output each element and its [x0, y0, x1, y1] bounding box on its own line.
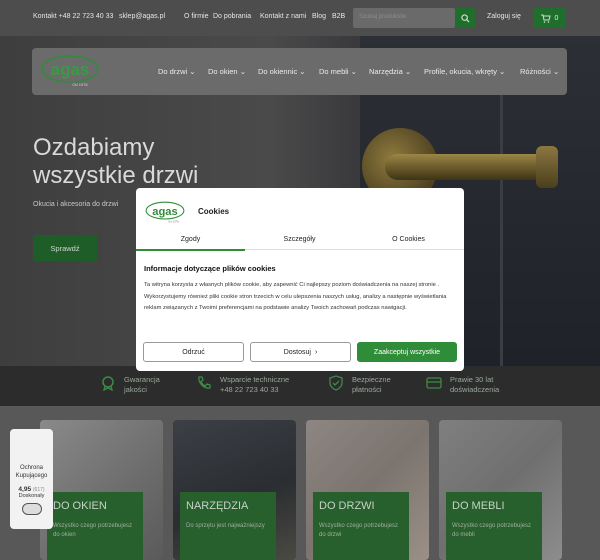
contact-phone-link[interactable]: Kontakt +48 22 723 40 33	[33, 13, 113, 20]
search-icon	[460, 13, 470, 23]
modal-title: Cookies	[198, 207, 230, 216]
nav-door[interactable]: Do drzwi ⌄	[158, 67, 196, 76]
nav-furniture[interactable]: Do mebli ⌄	[319, 67, 357, 76]
hero-subtitle: Okucia i akcesoria do drzwi	[33, 201, 119, 208]
card-desc: Wszystko czego potrzebujesz do okien	[53, 523, 133, 538]
accept-all-button[interactable]: Zaakceptuj wszystkie	[357, 342, 457, 362]
nav-furniture-label: Do mebli	[319, 67, 349, 76]
shield-check-icon	[329, 375, 343, 391]
feature-support-text: Wsparcie techniczne +48 22 723 40 33	[220, 375, 290, 394]
badge-title: Ochrona Kupującego	[15, 465, 48, 479]
card-title: DO OKIEN	[53, 500, 107, 512]
nav-profiles-label: Profile, okucia, wkręty	[424, 67, 497, 76]
nav-tools[interactable]: Narzędzia ⌄	[369, 67, 411, 76]
card-title: DO MEBLI	[452, 500, 505, 512]
reject-button[interactable]: Odrzuć	[143, 342, 244, 362]
cart-count: 0	[554, 14, 559, 22]
card-desc: Do sprzętu jest najważniejszy	[186, 523, 265, 529]
buyer-protection-badge[interactable]: Ochrona Kupującego 4,95 (617) Doskonały	[10, 429, 53, 529]
svg-text:agas: agas	[51, 60, 90, 79]
top-bar: Kontakt +48 22 723 40 33 sklep@agas.pl O…	[0, 0, 600, 36]
card-label: DO MEBLI Wszystko czego potrzebujesz do …	[446, 492, 542, 560]
svg-text:agas: agas	[152, 206, 178, 218]
badge-rating: Doskonały	[18, 493, 45, 499]
nav-profiles[interactable]: Profile, okucia, wkręty ⌄	[424, 67, 505, 76]
badge-score: 4,95	[18, 486, 32, 493]
hero-title: Ozdabiamy wszystkie drzwi	[33, 134, 199, 189]
card-label: DO DRZWI Wszystko czego potrzebujesz do …	[313, 492, 409, 560]
svg-text:Od 1978: Od 1978	[72, 82, 88, 87]
active-tab-indicator	[136, 249, 245, 251]
contact-link[interactable]: Kontakt z nami	[260, 13, 306, 20]
hero-cta-button[interactable]: Sprawdź	[33, 235, 97, 261]
door-frame	[500, 56, 560, 366]
card-desc: Wszystko czego potrzebujesz do mebli	[452, 523, 532, 538]
phone-icon	[198, 376, 211, 389]
svg-text:Od 1978: Od 1978	[168, 220, 179, 224]
card-label: NARZĘDZIA Do sprzętu jest najważniejszy	[180, 492, 276, 560]
category-card-furniture[interactable]: DO MEBLI Wszystko czego potrzebujesz do …	[439, 420, 562, 560]
customize-button-label: Dostosuj	[283, 348, 311, 356]
nav-shutters[interactable]: Do okiennic ⌄	[258, 67, 306, 76]
feature-payments-text: Bezpieczne płatności	[352, 375, 391, 394]
feature-support: Wsparcie techniczne +48 22 723 40 33	[196, 375, 300, 395]
tab-details[interactable]: Szczegóły	[245, 236, 354, 243]
feature-quality: Gwarancja jakości	[100, 375, 164, 395]
agas-logo[interactable]: agas Od 1978	[40, 54, 100, 88]
chevron-right-icon: ›	[314, 348, 318, 356]
nav-shutters-label: Do okiennic	[258, 67, 298, 76]
card-icon	[426, 377, 442, 389]
cookie-info-title: Informacje dotyczące plików cookies	[144, 264, 276, 273]
feature-quality-text: Gwarancja jakości	[124, 375, 160, 394]
handle-lever	[385, 154, 555, 180]
card-title: DO DRZWI	[319, 500, 375, 512]
search-button[interactable]	[455, 8, 475, 28]
card-desc: Wszystko czego potrzebujesz do drzwi	[319, 523, 399, 538]
category-card-doors[interactable]: DO DRZWI Wszystko czego potrzebujesz do …	[306, 420, 429, 560]
badge-toggle[interactable]	[21, 503, 42, 515]
nav-tools-label: Narzędzia	[369, 67, 403, 76]
nav-misc-label: Różności	[520, 67, 551, 76]
features-strip: Gwarancja jakości Wsparcie techniczne +4…	[0, 366, 600, 406]
accept-all-button-label: Zaakceptuj wszystkie	[373, 348, 441, 356]
cookie-info-body: Ta witryna korzysta z własnych plików co…	[144, 282, 447, 311]
category-card-tools[interactable]: NARZĘDZIA Do sprzętu jest najważniejszy	[173, 420, 296, 560]
login-link[interactable]: Zaloguj się	[487, 13, 521, 20]
card-title: NARZĘDZIA	[186, 500, 249, 512]
about-link[interactable]: O firmie	[184, 13, 209, 20]
cookie-tabs: Zgody Szczegóły O Cookies	[136, 226, 464, 250]
cookie-modal: agas Od 1978 Cookies Zgody Szczegóły O C…	[136, 188, 464, 371]
handle-end	[536, 146, 558, 188]
category-card-windows[interactable]: DO OKIEN Wszystko czego potrzebujesz do …	[40, 420, 163, 560]
feature-payments: Bezpieczne płatności	[328, 375, 394, 395]
agas-logo-modal: agas Od 1978	[145, 201, 185, 224]
feature-experience: Prawie 30 lat doświadczenia	[426, 375, 506, 395]
contact-email-link[interactable]: sklep@agas.pl	[119, 13, 165, 20]
tab-about-cookies[interactable]: O Cookies	[354, 236, 463, 243]
blog-link[interactable]: Blog	[312, 13, 326, 20]
cart-icon	[540, 14, 551, 23]
nav-window-label: Do okien	[208, 67, 238, 76]
b2b-link[interactable]: B2B	[332, 13, 345, 20]
downloads-link[interactable]: Do pobrania	[213, 13, 251, 20]
search-input[interactable]: Szukaj produktów	[353, 8, 455, 28]
customize-button[interactable]: Dostosuj ›	[250, 342, 351, 362]
cart-button[interactable]: 0	[533, 8, 566, 28]
medal-icon	[102, 376, 114, 391]
reject-button-label: Odrzuć	[182, 348, 205, 356]
feature-experience-text: Prawie 30 lat doświadczenia	[450, 375, 500, 394]
nav-misc[interactable]: Różności ⌄	[520, 67, 559, 76]
nav-window[interactable]: Do okien ⌄	[208, 67, 246, 76]
nav-door-label: Do drzwi	[158, 67, 188, 76]
tab-consents[interactable]: Zgody	[136, 236, 245, 243]
card-label: DO OKIEN Wszystko czego potrzebujesz do …	[47, 492, 143, 560]
